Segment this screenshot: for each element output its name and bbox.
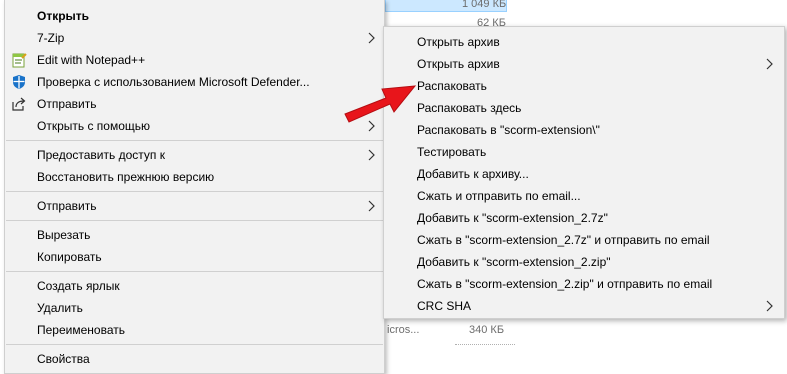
menu-item-label: Копировать — [37, 250, 102, 264]
submenu-item-label: Распаковать здесь — [417, 101, 522, 115]
menu-item-label: Создать ярлык — [37, 279, 120, 293]
submenu-item-compress-zip-email[interactable]: Сжать в "scorm-extension_2.zip" и отправ… — [385, 273, 783, 295]
submenu-item-extract-here[interactable]: Распаковать здесь — [385, 97, 783, 119]
menu-item-copy[interactable]: Копировать — [6, 246, 383, 268]
menu-item-7zip[interactable]: 7-Zip — [6, 27, 383, 49]
menu-item-label: Свойства — [37, 352, 90, 366]
menu-item-open-with[interactable]: Открыть с помощью — [6, 115, 383, 137]
menu-item-label: Предоставить доступ к — [37, 148, 165, 162]
submenu-item-compress-7z-email[interactable]: Сжать в "scorm-extension_2.7z" и отправи… — [385, 229, 783, 251]
submenu-7zip: Открыть архив Открыть архив Распаковать … — [383, 26, 785, 319]
chevron-right-icon — [766, 58, 773, 70]
menu-separator — [6, 191, 383, 192]
submenu-item-label: Тестировать — [417, 145, 487, 159]
submenu-item-crc-sha[interactable]: CRC SHA — [385, 295, 783, 317]
submenu-item-label: Добавить к "scorm-extension_2.zip" — [417, 255, 611, 269]
notepadpp-icon — [11, 52, 27, 68]
submenu-item-add-to-zip[interactable]: Добавить к "scorm-extension_2.zip" — [385, 251, 783, 273]
file-size-bottom: 340 КБ — [469, 324, 505, 336]
menu-item-restore-version[interactable]: Восстановить прежнюю версию — [6, 166, 383, 188]
row-fragment-bottom — [455, 344, 515, 354]
submenu-item-label: Сжать и отправить по email... — [417, 189, 581, 203]
menu-item-label: Удалить — [37, 301, 83, 315]
menu-item-share[interactable]: Отправить — [6, 93, 383, 115]
menu-item-create-shortcut[interactable]: Создать ярлык — [6, 275, 383, 297]
annotation-arrow-icon — [344, 85, 417, 123]
chevron-right-icon — [368, 32, 375, 44]
chevron-right-icon — [368, 149, 375, 161]
submenu-item-label: Сжать в "scorm-extension_2.7z" и отправи… — [417, 233, 710, 247]
menu-item-label: 7-Zip — [37, 31, 65, 45]
menu-item-rename[interactable]: Переименовать — [6, 319, 383, 341]
submenu-item-test[interactable]: Тестировать — [385, 141, 783, 163]
submenu-item-open-archive[interactable]: Открыть архив — [385, 31, 783, 53]
menu-item-label: Открыть с помощью — [37, 119, 151, 133]
menu-separator — [6, 220, 383, 221]
submenu-item-add-to-7z[interactable]: Добавить к "scorm-extension_2.7z" — [385, 207, 783, 229]
submenu-item-label: Открыть архив — [417, 35, 500, 49]
chevron-right-icon — [766, 300, 773, 312]
submenu-item-label: Распаковать в "scorm-extension\" — [417, 123, 600, 137]
menu-separator — [6, 271, 383, 272]
submenu-item-label: CRC SHA — [417, 299, 472, 313]
file-size-top: 1 049 КБ — [462, 0, 507, 10]
menu-item-label: Отправить — [37, 199, 97, 213]
menu-item-properties[interactable]: Свойства — [6, 348, 383, 370]
context-menu: Открыть 7-Zip Edit with Notepad++ Провер… — [4, 0, 385, 374]
chevron-right-icon — [368, 200, 375, 212]
submenu-item-open-archive-more[interactable]: Открыть архив — [385, 53, 783, 75]
submenu-item-label: Добавить к "scorm-extension_2.7z" — [417, 211, 608, 225]
menu-item-edit-notepadpp[interactable]: Edit with Notepad++ — [6, 49, 383, 71]
menu-item-label: Проверка с использованием Microsoft Defe… — [37, 75, 310, 89]
submenu-item-label: Распаковать — [417, 79, 487, 93]
menu-item-label: Отправить — [37, 97, 97, 111]
menu-separator — [6, 344, 383, 345]
submenu-item-compress-email[interactable]: Сжать и отправить по email... — [385, 185, 783, 207]
menu-item-delete[interactable]: Удалить — [6, 297, 383, 319]
file-name-fragment: icros... — [387, 324, 420, 336]
menu-item-send-to[interactable]: Отправить — [6, 195, 383, 217]
menu-item-cut[interactable]: Вырезать — [6, 224, 383, 246]
menu-item-give-access[interactable]: Предоставить доступ к — [6, 144, 383, 166]
submenu-item-extract-to-folder[interactable]: Распаковать в "scorm-extension\" — [385, 119, 783, 141]
submenu-item-label: Добавить к архиву... — [417, 167, 529, 181]
menu-item-label: Вырезать — [37, 228, 91, 242]
submenu-item-label: Сжать в "scorm-extension_2.zip" и отправ… — [417, 277, 713, 291]
menu-item-defender-scan[interactable]: Проверка с использованием Microsoft Defe… — [6, 71, 383, 93]
defender-shield-icon — [11, 74, 27, 90]
menu-item-label: Восстановить прежнюю версию — [37, 170, 215, 184]
menu-item-label: Переименовать — [37, 323, 125, 337]
submenu-item-extract[interactable]: Распаковать — [385, 75, 783, 97]
menu-separator — [6, 140, 383, 141]
submenu-item-add-to-archive[interactable]: Добавить к архиву... — [385, 163, 783, 185]
menu-item-label: Открыть — [37, 9, 90, 23]
menu-item-open[interactable]: Открыть — [6, 5, 383, 27]
menu-item-label: Edit with Notepad++ — [37, 53, 146, 67]
share-icon — [11, 96, 27, 112]
submenu-item-label: Открыть архив — [417, 57, 500, 71]
